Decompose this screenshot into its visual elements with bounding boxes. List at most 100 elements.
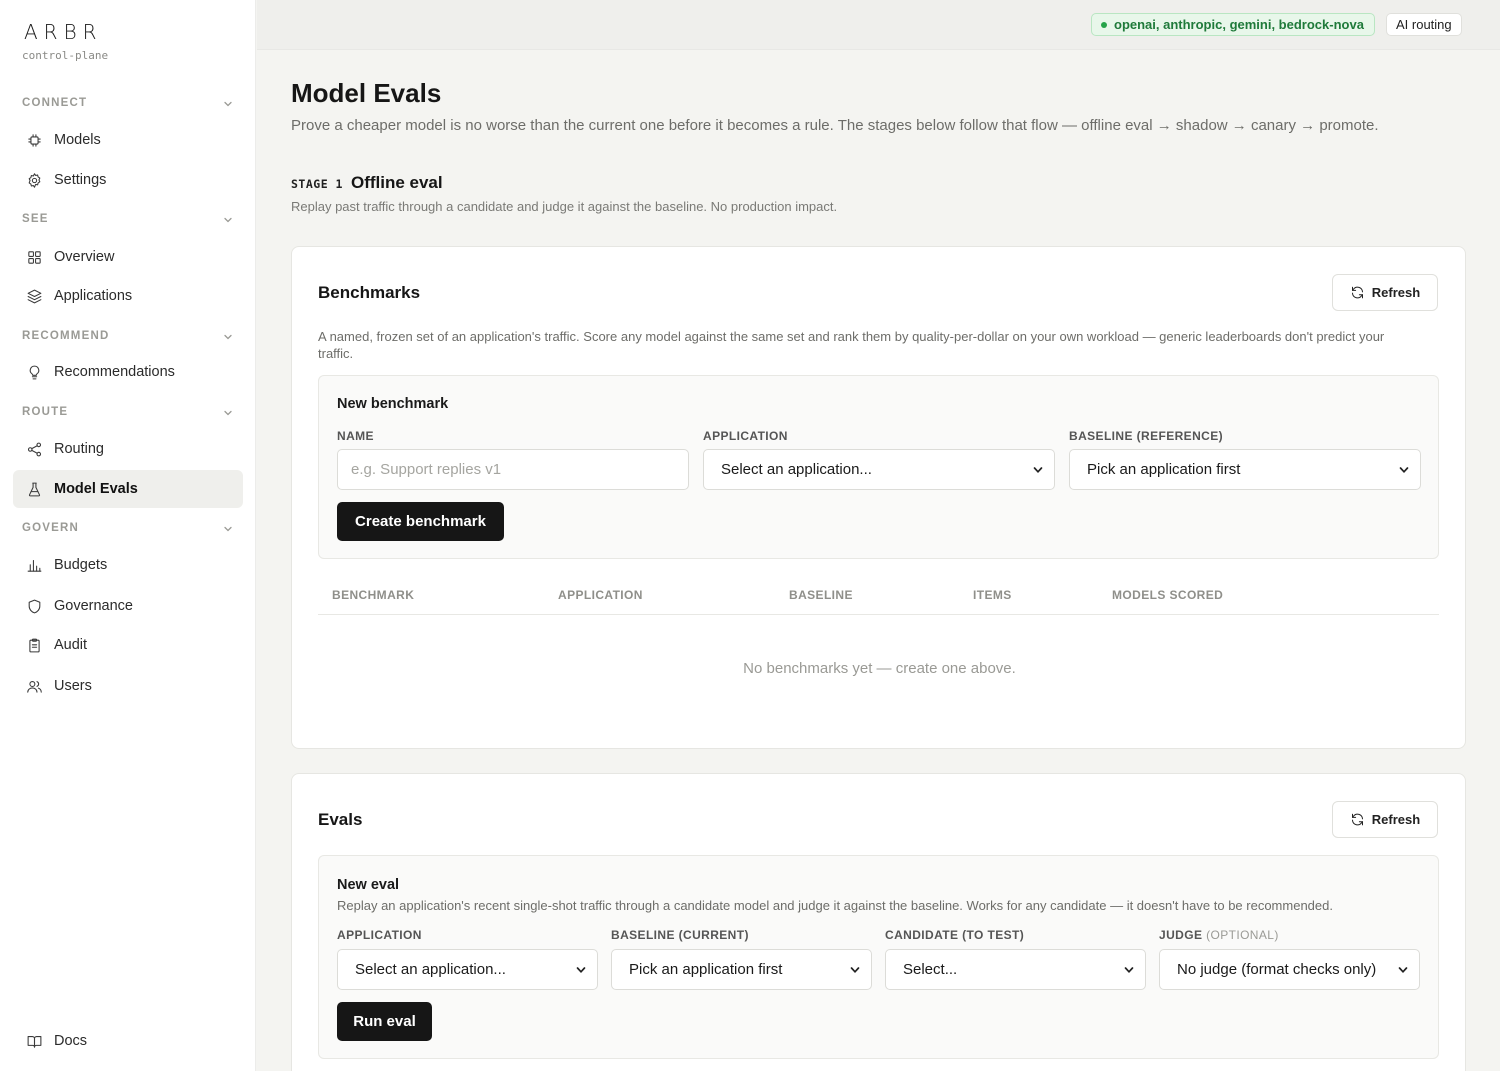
refresh-label: Refresh	[1371, 285, 1421, 300]
judge-optional-text: (OPTIONAL)	[1206, 928, 1279, 942]
providers-list: openai, anthropic, gemini, bedrock-nova	[1114, 17, 1364, 32]
select-value: Pick an application first	[1087, 461, 1241, 478]
sidebar-item-label: Routing	[54, 441, 104, 457]
sidebar-item-routing[interactable]: Routing	[13, 430, 243, 468]
chevron-down-icon	[224, 334, 232, 340]
benchmark-name-input[interactable]: e.g. Support replies v1	[337, 449, 689, 490]
ai-routing-badge[interactable]: AI routing	[1386, 13, 1462, 36]
chevron-down-icon	[224, 217, 232, 223]
sidebar-item-label: Budgets	[54, 557, 108, 573]
eval-candidate-select[interactable]: Select...	[885, 949, 1146, 990]
brand-logo[interactable]: ARBR	[24, 20, 103, 44]
clipboard-icon	[25, 636, 43, 654]
column-header[interactable]: BASELINE	[789, 588, 853, 602]
sidebar-item-label: Overview	[54, 249, 115, 265]
stage-name: Offline eval	[350, 173, 443, 192]
section-govern[interactable]: GOVERN	[22, 522, 234, 538]
sidebar-item-label: Docs	[54, 1033, 88, 1049]
benchmarks-description: A named, frozen set of an application's …	[318, 329, 1385, 361]
column-header[interactable]: MODELS SCORED	[1112, 588, 1223, 602]
section-label: GOVERN	[22, 522, 80, 534]
section-label: CONNECT	[22, 97, 88, 109]
chevron-down-icon	[1399, 467, 1409, 474]
column-header[interactable]: ITEMS	[973, 588, 1012, 602]
users-icon	[25, 677, 43, 695]
sidebar-item-label: Audit	[54, 637, 88, 653]
sidebar-item-label: Settings	[54, 172, 107, 188]
evals-refresh-button[interactable]: Refresh	[1332, 801, 1438, 838]
sidebar-item-models[interactable]: Models	[13, 121, 243, 159]
eval-application-select[interactable]: Select an application...	[337, 949, 598, 990]
top-bar: openai, anthropic, gemini, bedrock-nova …	[257, 0, 1500, 50]
table-divider	[318, 614, 1439, 615]
sidebar-item-label: Models	[54, 132, 101, 148]
bar-chart-icon	[25, 556, 43, 574]
name-label: NAME	[337, 429, 374, 443]
run-eval-button[interactable]: Run eval	[337, 1002, 432, 1041]
evals-card: Evals Refresh New eval Replay an applica…	[291, 773, 1466, 1071]
sidebar: ARBR control-plane CONNECT Models Settin…	[0, 0, 256, 1071]
sidebar-item-label: Applications	[54, 288, 133, 304]
empty-state-message: No benchmarks yet — create one above.	[743, 660, 1016, 677]
section-label: ROUTE	[22, 406, 69, 418]
sidebar-item-budgets[interactable]: Budgets	[13, 546, 243, 584]
column-header[interactable]: BENCHMARK	[332, 588, 414, 602]
application-label: APPLICATION	[337, 928, 422, 942]
providers-status-badge[interactable]: openai, anthropic, gemini, bedrock-nova	[1091, 13, 1375, 36]
lightbulb-icon	[25, 363, 43, 381]
select-value: No judge (format checks only)	[1177, 961, 1377, 978]
sidebar-item-settings[interactable]: Settings	[13, 161, 243, 199]
sidebar-item-docs[interactable]: Docs	[13, 1022, 243, 1060]
benchmark-application-select[interactable]: Select an application...	[703, 449, 1055, 490]
sidebar-item-applications[interactable]: Applications	[13, 277, 243, 315]
flask-icon	[25, 480, 43, 498]
judge-label: JUDGE (OPTIONAL)	[1159, 928, 1279, 942]
eval-baseline-select[interactable]: Pick an application first	[611, 949, 872, 990]
sidebar-item-recommendations[interactable]: Recommendations	[13, 353, 243, 391]
chevron-down-icon	[1398, 967, 1408, 974]
section-recommend[interactable]: RECOMMEND	[22, 330, 234, 346]
column-header[interactable]: APPLICATION	[558, 588, 643, 602]
layers-icon	[25, 287, 43, 305]
benchmarks-card: Benchmarks Refresh A named, frozen set o…	[291, 246, 1466, 749]
new-benchmark-title: New benchmark	[337, 396, 449, 412]
section-label: RECOMMEND	[22, 330, 110, 342]
sidebar-item-label: Governance	[54, 598, 133, 614]
benchmark-baseline-select[interactable]: Pick an application first	[1069, 449, 1421, 490]
benchmarks-title: Benchmarks	[318, 283, 421, 302]
page-title: Model Evals	[291, 78, 442, 108]
select-value: Select an application...	[355, 961, 506, 978]
select-value: Select...	[903, 961, 958, 978]
sidebar-item-audit[interactable]: Audit	[13, 626, 243, 664]
eval-judge-select[interactable]: No judge (format checks only)	[1159, 949, 1420, 990]
stage-tag: STAGE 1	[291, 177, 343, 191]
sidebar-item-governance[interactable]: Governance	[13, 587, 243, 625]
gear-icon	[25, 171, 43, 189]
chip-icon	[25, 131, 43, 149]
book-icon	[25, 1032, 43, 1050]
sidebar-item-model-evals[interactable]: Model Evals	[13, 470, 243, 508]
section-label: SEE	[22, 213, 49, 225]
sidebar-item-overview[interactable]: Overview	[13, 238, 243, 276]
judge-label-text: JUDGE	[1159, 928, 1203, 942]
chevron-down-icon	[1033, 467, 1043, 474]
section-see[interactable]: SEE	[22, 213, 234, 229]
baseline-label: BASELINE (REFERENCE)	[1069, 429, 1224, 443]
chevron-down-icon	[224, 526, 232, 532]
benchmarks-refresh-button[interactable]: Refresh	[1332, 274, 1438, 311]
grid-icon	[25, 248, 43, 266]
section-connect[interactable]: CONNECT	[22, 97, 234, 113]
candidate-label: CANDIDATE (TO TEST)	[885, 928, 1025, 942]
new-benchmark-form: New benchmark NAME e.g. Support replies …	[318, 375, 1439, 559]
refresh-icon	[1351, 813, 1363, 826]
section-route[interactable]: ROUTE	[22, 406, 234, 422]
sidebar-item-label: Recommendations	[54, 364, 175, 380]
shield-icon	[25, 597, 43, 615]
select-value: Select an application...	[721, 461, 872, 478]
sidebar-item-label: Model Evals	[54, 481, 138, 497]
application-label: APPLICATION	[703, 429, 788, 443]
share-icon	[25, 440, 43, 458]
sidebar-item-label: Users	[54, 678, 92, 694]
create-benchmark-button[interactable]: Create benchmark	[337, 502, 504, 541]
sidebar-item-users[interactable]: Users	[13, 667, 243, 705]
